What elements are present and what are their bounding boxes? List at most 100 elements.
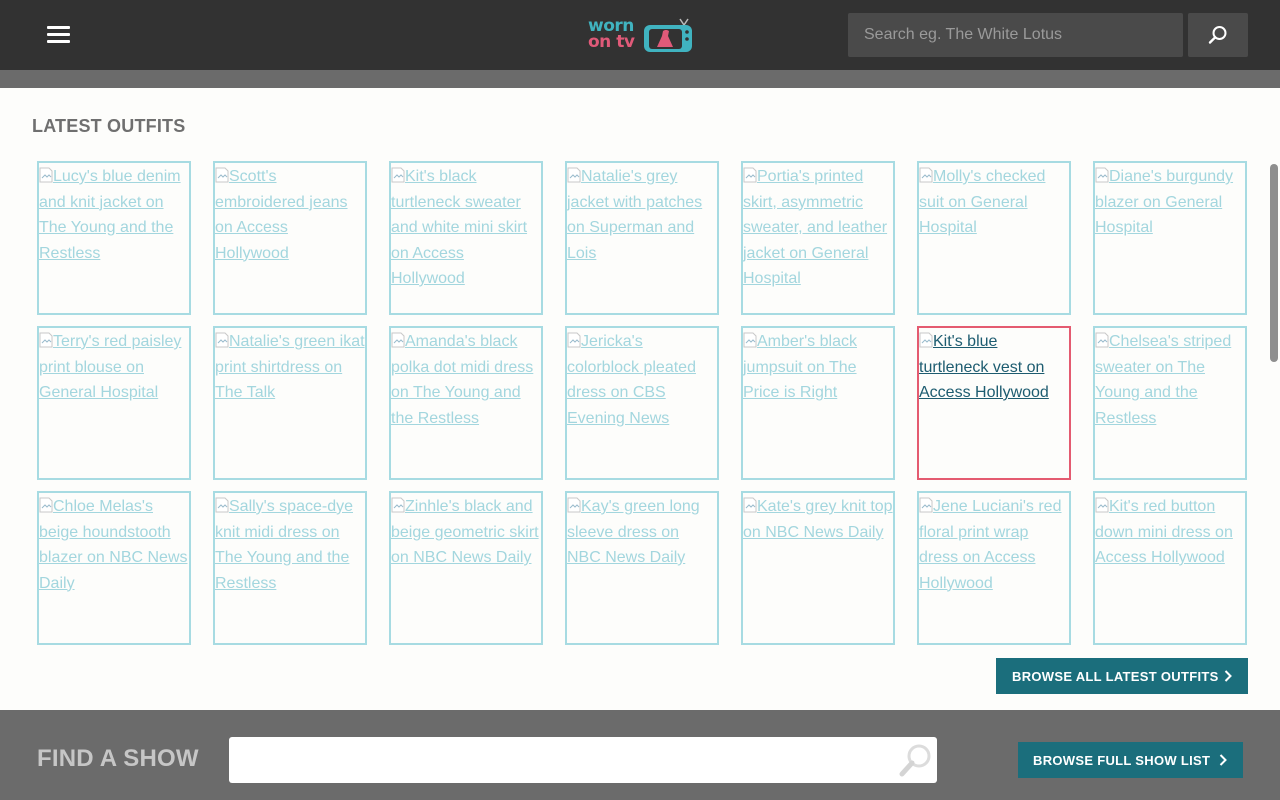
outfit-label: Sally's space-dye knit midi dress on The… [215, 498, 353, 592]
outfit-tile[interactable]: Diane's burgundy blazer on General Hospi… [1093, 161, 1247, 315]
broken-image-icon [1095, 167, 1109, 183]
broken-image-icon [215, 167, 229, 183]
outfit-link[interactable]: Terry's red paisley print blouse on Gene… [39, 329, 189, 406]
broken-image-icon [391, 332, 405, 348]
find-show-input[interactable] [229, 737, 889, 783]
outfit-link[interactable]: Amanda's black polka dot midi dress on T… [391, 329, 541, 431]
outfit-tile[interactable]: Scott's embroidered jeans on Access Holl… [213, 161, 367, 315]
outfit-label: Kit's black turtleneck sweater and white… [391, 168, 528, 287]
outfit-tile[interactable]: Chelsea's striped sweater on The Young a… [1093, 326, 1247, 480]
outfit-label: Molly's checked suit on General Hospital [919, 168, 1046, 236]
outfit-link[interactable]: Molly's checked suit on General Hospital [919, 164, 1069, 241]
outfit-tile[interactable]: Molly's checked suit on General Hospital [917, 161, 1071, 315]
find-show-bar: FIND A SHOW BROWSE FULL SHOW LIST [0, 710, 1280, 800]
outfit-link[interactable]: Kay's green long sleeve dress on NBC New… [567, 494, 717, 571]
browse-latest-label: BROWSE ALL LATEST OUTFITS [1012, 668, 1219, 684]
broken-image-icon [743, 167, 757, 183]
outfit-label: Diane's burgundy blazer on General Hospi… [1095, 168, 1234, 236]
search-icon [1208, 26, 1227, 44]
magnifier-icon[interactable] [897, 741, 935, 779]
outfit-label: Kit's red button down mini dress on Acce… [1095, 498, 1233, 566]
outfit-label: Jericka's colorblock pleated dress on CB… [567, 333, 696, 427]
outfit-label: Natalie's grey jacket with patches on Su… [567, 168, 703, 262]
outfit-link[interactable]: Kit's black turtleneck sweater and white… [391, 164, 541, 292]
menu-icon[interactable] [47, 26, 71, 44]
chevron-right-icon [1224, 670, 1232, 682]
browse-full-show-list-button[interactable]: BROWSE FULL SHOW LIST [1018, 742, 1243, 778]
broken-image-icon [391, 167, 405, 183]
broken-image-icon [39, 332, 53, 348]
outfit-tile[interactable]: Kate's grey knit top on NBC News Daily [741, 491, 895, 645]
logo-line2: on tv [588, 32, 635, 52]
broken-image-icon [39, 167, 53, 183]
chevron-right-icon [1219, 754, 1227, 766]
outfit-label: Chloe Melas's beige houndstooth blazer o… [39, 498, 188, 592]
outfit-tile[interactable]: Kay's green long sleeve dress on NBC New… [565, 491, 719, 645]
outfit-label: Kay's green long sleeve dress on NBC New… [567, 498, 700, 566]
outfit-tile[interactable]: Zinhle's black and beige geometric skirt… [389, 491, 543, 645]
outfit-tile[interactable]: Amber's black jumpsuit on The Price is R… [741, 326, 895, 480]
broken-image-icon [1095, 332, 1109, 348]
top-bar: worn on tv [0, 0, 1280, 70]
outfit-link[interactable]: Kit's blue turtleneck vest on Access Hol… [919, 329, 1069, 406]
outfit-tile[interactable]: Sally's space-dye knit midi dress on The… [213, 491, 367, 645]
broken-image-icon [39, 497, 53, 513]
outfit-label: Terry's red paisley print blouse on Gene… [39, 333, 182, 401]
outfit-link[interactable]: Portia's printed skirt, asymmetric sweat… [743, 164, 893, 292]
broken-image-icon [215, 332, 229, 348]
outfit-tile[interactable]: Chloe Melas's beige houndstooth blazer o… [37, 491, 191, 645]
outfit-link[interactable]: Kit's red button down mini dress on Acce… [1095, 494, 1245, 571]
outfit-tile[interactable]: Amanda's black polka dot midi dress on T… [389, 326, 543, 480]
outfit-link[interactable]: Kate's grey knit top on NBC News Daily [743, 494, 893, 545]
scrollbar-thumb[interactable] [1270, 164, 1278, 362]
outfit-tile[interactable]: Jericka's colorblock pleated dress on CB… [565, 326, 719, 480]
header-divider [0, 70, 1280, 88]
outfit-label: Kit's blue turtleneck vest on Access Hol… [919, 333, 1049, 401]
outfit-link[interactable]: Natalie's grey jacket with patches on Su… [567, 164, 717, 266]
outfit-tile[interactable]: Kit's black turtleneck sweater and white… [389, 161, 543, 315]
broken-image-icon [215, 497, 229, 513]
outfit-label: Kate's grey knit top on NBC News Daily [743, 498, 893, 541]
outfit-label: Chelsea's striped sweater on The Young a… [1095, 333, 1232, 427]
browse-latest-outfits-button[interactable]: BROWSE ALL LATEST OUTFITS [996, 658, 1248, 694]
outfit-link[interactable]: Sally's space-dye knit midi dress on The… [215, 494, 365, 596]
outfit-link[interactable]: Chloe Melas's beige houndstooth blazer o… [39, 494, 189, 596]
outfit-label: Amanda's black polka dot midi dress on T… [391, 333, 534, 427]
outfit-link[interactable]: Natalie's green ikat print shirtdress on… [215, 329, 365, 406]
outfit-tile[interactable]: Kit's red button down mini dress on Acce… [1093, 491, 1247, 645]
search-button[interactable] [1188, 13, 1248, 57]
find-show-field[interactable] [229, 737, 937, 783]
outfit-tile[interactable]: Lucy's blue denim and knit jacket on The… [37, 161, 191, 315]
latest-outfits-section: LATEST OUTFITS Lucy's blue denim and kni… [0, 88, 1280, 710]
tv-icon [644, 18, 692, 52]
outfit-tile[interactable]: Natalie's green ikat print shirtdress on… [213, 326, 367, 480]
outfit-link[interactable]: Diane's burgundy blazer on General Hospi… [1095, 164, 1245, 241]
broken-image-icon [919, 497, 933, 513]
outfit-link[interactable]: Lucy's blue denim and knit jacket on The… [39, 164, 189, 266]
outfit-link[interactable]: Zinhle's black and beige geometric skirt… [391, 494, 541, 571]
section-title: LATEST OUTFITS [32, 116, 186, 136]
outfit-link[interactable]: Jene Luciani's red floral print wrap dre… [919, 494, 1069, 596]
outfit-tile[interactable]: Kit's blue turtleneck vest on Access Hol… [917, 326, 1071, 480]
outfit-tile[interactable]: Jene Luciani's red floral print wrap dre… [917, 491, 1071, 645]
outfit-tile[interactable]: Portia's printed skirt, asymmetric sweat… [741, 161, 895, 315]
outfit-link[interactable]: Jericka's colorblock pleated dress on CB… [567, 329, 717, 431]
outfit-label: Portia's printed skirt, asymmetric sweat… [743, 168, 888, 287]
outfit-label: Zinhle's black and beige geometric skirt… [391, 498, 539, 566]
browse-shows-label: BROWSE FULL SHOW LIST [1033, 752, 1211, 768]
find-show-title: FIND A SHOW [37, 745, 199, 772]
broken-image-icon [919, 167, 933, 183]
broken-image-icon [919, 332, 933, 348]
outfit-link[interactable]: Scott's embroidered jeans on Access Holl… [215, 164, 365, 266]
broken-image-icon [567, 167, 581, 183]
broken-image-icon [567, 497, 581, 513]
broken-image-icon [1095, 497, 1109, 513]
site-logo[interactable]: worn on tv [586, 12, 696, 56]
outfit-label: Scott's embroidered jeans on Access Holl… [215, 168, 348, 262]
outfit-tile[interactable]: Terry's red paisley print blouse on Gene… [37, 326, 191, 480]
outfit-tile[interactable]: Natalie's grey jacket with patches on Su… [565, 161, 719, 315]
outfit-label: Natalie's green ikat print shirtdress on… [215, 333, 365, 401]
search-input[interactable] [848, 13, 1183, 57]
outfit-link[interactable]: Chelsea's striped sweater on The Young a… [1095, 329, 1245, 431]
outfit-link[interactable]: Amber's black jumpsuit on The Price is R… [743, 329, 893, 406]
